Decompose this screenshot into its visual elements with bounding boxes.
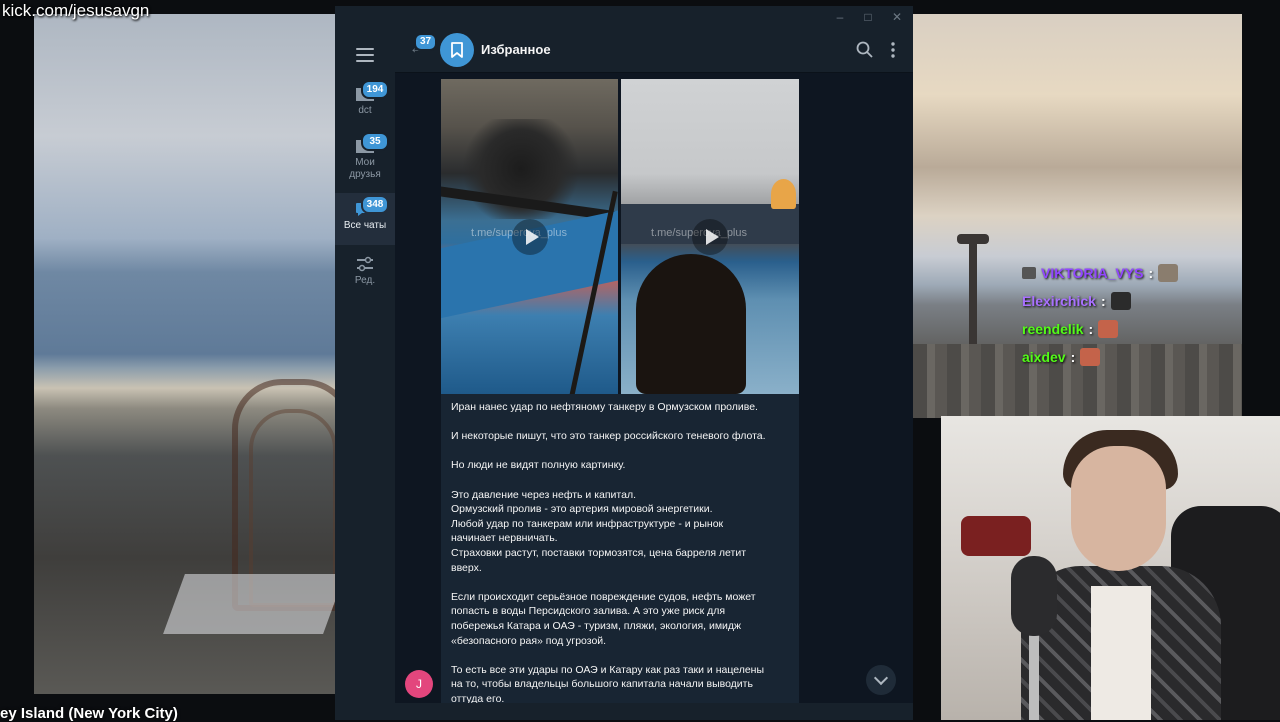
unread-badge: 348 (361, 195, 389, 214)
telegram-window: – □ ✕ 194 dct 35 Мои друзья 348 Все чаты (335, 6, 913, 720)
message-paragraph: Но люди не видят полную картинку. (451, 458, 789, 473)
streamer-face (1071, 446, 1166, 571)
message-line: вверх. (451, 561, 482, 574)
message-paragraph: То есть все эти удары по ОАЭ и Катару ка… (451, 663, 789, 703)
folder-label: Ред. (354, 275, 376, 286)
message-line: на то, чтобы владельцы большого капитала… (451, 678, 753, 691)
snow-patch (163, 574, 335, 634)
folder-friends[interactable]: 35 Мои друзья (335, 130, 395, 188)
chat-username: Elexirchick (1022, 293, 1096, 309)
message-paragraph: Иран нанес удар по нефтяному танкеру в О… (451, 400, 789, 415)
message-paragraph: Если происходит серьёзное повреждение су… (451, 590, 789, 648)
parachute-tower (969, 239, 977, 349)
folder-label: Мои друзья (349, 157, 381, 180)
minimize-icon[interactable]: – (832, 9, 848, 25)
person-silhouette (636, 254, 746, 394)
folder-dct[interactable]: 194 dct (335, 78, 395, 130)
white-tee (1091, 586, 1151, 720)
fire (771, 179, 796, 209)
message-line: Это давление через нефть и капитал. (451, 488, 636, 501)
stream-location: ey Island (New York City) (0, 705, 178, 722)
chat-line: VIKTORIA_VYS : (1022, 259, 1179, 287)
back-unread-badge: 37 (414, 33, 438, 51)
video-thumbnail[interactable]: t.me/superova_plus (441, 79, 618, 394)
unread-badge: 194 (361, 80, 389, 99)
emote-icon (1158, 264, 1179, 282)
message-line: «безопасного рая» под угрозой. (451, 634, 607, 647)
stream-scene-left (34, 14, 335, 694)
message-line: начинает нервничать. (451, 532, 558, 545)
menu-icon[interactable] (356, 48, 374, 66)
background-object (961, 516, 1031, 556)
message-line: оттуда его. (451, 692, 505, 703)
play-icon[interactable] (692, 218, 728, 255)
author-avatar[interactable]: J (405, 670, 433, 698)
folder-sidebar: 194 dct 35 Мои друзья 348 Все чаты Ред. (335, 28, 395, 720)
message-line: Но люди не видят полную картинку. (451, 459, 626, 472)
search-icon[interactable] (855, 40, 875, 60)
message-line: попасть в воды Персидского залива. А это… (451, 605, 726, 618)
chat-username: aixdev (1022, 349, 1066, 365)
message-line: То есть все эти удары по ОАЭ и Катару ка… (451, 663, 765, 676)
stream-url: kick.com/jesusavgn (2, 1, 150, 20)
message-line: Если происходит серьёзное повреждение су… (451, 590, 756, 603)
edit-folders-icon (357, 256, 373, 272)
folder-label: Все чаты (343, 220, 387, 231)
play-icon[interactable] (511, 218, 548, 255)
maximize-icon[interactable]: □ (860, 9, 876, 25)
chat-separator: : (1088, 321, 1094, 337)
bookmark-icon (451, 42, 463, 58)
chat-line: aixdev : (1022, 343, 1178, 371)
emote-icon (1110, 292, 1131, 310)
chat-line: Elexirchick : (1022, 287, 1178, 315)
chat-badge-icon (1022, 267, 1036, 279)
chat-separator: : (1100, 293, 1106, 309)
message-line: Любой удар по танкерам или инфраструктур… (451, 517, 724, 530)
message-composer[interactable] (395, 703, 913, 720)
folder-all-chats[interactable]: 348 Все чаты (335, 193, 395, 245)
message-list[interactable]: t.me/superova_plus t.me/superova_plus Ир… (395, 73, 913, 703)
message-line: побережья Катара и ОАЭ - туризм, пляжи, … (451, 619, 742, 632)
folder-edit[interactable]: Ред. (335, 248, 395, 300)
message-paragraph: Это давление через нефть и капитал. Орму… (451, 488, 789, 576)
chat-username: VIKTORIA_VYS (1041, 265, 1144, 281)
message-line: И некоторые пишут, что это танкер россий… (451, 430, 766, 443)
chat-separator: : (1148, 265, 1154, 281)
window-titlebar[interactable]: – □ ✕ (335, 6, 913, 28)
streamer-webcam (941, 416, 1280, 720)
folder-label: dct (358, 105, 372, 116)
chat-line: reendelik : (1022, 315, 1178, 343)
message-line: Страховки растут, поставки тормозятся, ц… (451, 546, 747, 559)
more-options-icon[interactable] (883, 40, 903, 60)
microphone (1011, 556, 1057, 636)
chat-title[interactable]: Избранное (481, 42, 551, 57)
message-paragraph: И некоторые пишут, что это танкер россий… (451, 429, 789, 444)
unread-badge: 35 (361, 132, 389, 151)
close-icon[interactable]: ✕ (889, 9, 905, 25)
emote-icon (1080, 348, 1101, 366)
chat-separator: : (1070, 349, 1076, 365)
video-thumbnail[interactable]: t.me/superova_plus (621, 79, 799, 394)
mic-arm (1029, 626, 1039, 720)
chat-username: reendelik (1022, 321, 1084, 337)
message-bubble[interactable]: Иран нанес удар по нефтяному танкеру в О… (441, 394, 799, 703)
message-line: Иран нанес удар по нефтяному танкеру в О… (451, 401, 758, 413)
message-line: Ормузский пролив - это артерия мировой э… (451, 503, 713, 516)
scroll-down-button[interactable] (866, 665, 896, 695)
stream-chat-overlay: VIKTORIA_VYS : Elexirchick : reendelik :… (1022, 259, 1179, 371)
emote-icon (1098, 320, 1119, 338)
saved-messages-avatar[interactable] (440, 33, 474, 67)
media-album: t.me/superova_plus t.me/superova_plus (441, 79, 799, 394)
chat-header: ← 37 Избранное (395, 28, 913, 73)
